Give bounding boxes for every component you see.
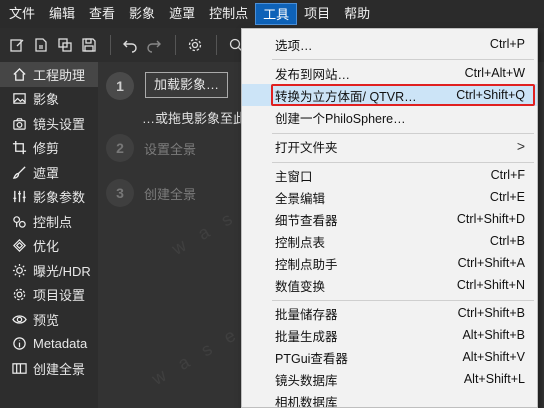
sidebar-item-label: 曝光/HDR xyxy=(33,263,91,279)
open-project-icon[interactable] xyxy=(30,34,52,56)
sidebar-item-label: 控制点 xyxy=(33,214,73,230)
menu-item-detail-viewer[interactable]: 细节查看器 Ctrl+Shift+D xyxy=(242,208,537,230)
menu-tools[interactable]: 工具 xyxy=(255,3,298,25)
sidebar-item-label: Metadata xyxy=(33,336,88,352)
menu-mask[interactable]: 遮罩 xyxy=(162,3,202,25)
new-project-icon[interactable] xyxy=(6,34,28,56)
info-icon xyxy=(10,335,28,353)
load-images-button[interactable]: 加载影象… xyxy=(145,72,229,98)
menu-item-convert-cube-faces[interactable]: 转换为立方体面/ QTVR… Ctrl+Shift+Q xyxy=(242,84,537,106)
sidebar-item-preview[interactable]: 预览 xyxy=(0,307,98,332)
optimize-icon xyxy=(10,237,28,255)
menu-project[interactable]: 项目 xyxy=(297,3,337,25)
image-icon xyxy=(10,90,28,108)
menu-bar: 文件 编辑 查看 影象 遮罩 控制点 工具 项目 帮助 xyxy=(0,0,544,28)
menu-item-numerical-transform[interactable]: 数值变换 Ctrl+Shift+N xyxy=(242,274,537,296)
menu-item-control-point-assistant[interactable]: 控制点助手 Ctrl+Shift+A xyxy=(242,252,537,274)
undo-icon[interactable] xyxy=(119,34,141,56)
sidebar-item-mask[interactable]: 遮罩 xyxy=(0,160,98,185)
sidebar-item-crop[interactable]: 修剪 xyxy=(0,136,98,161)
sliders-icon xyxy=(10,188,28,206)
crop-icon xyxy=(10,139,28,157)
sidebar-item-lens-settings[interactable]: 镜头设置 xyxy=(0,111,98,136)
menu-item-batch-stitcher[interactable]: 批量储存器 Ctrl+Shift+B xyxy=(242,302,537,324)
sidebar: 工程助理 影象 镜头设置 修剪 遮罩 影象参数 控制点 优化 曝光/HDR 项目… xyxy=(0,62,98,408)
sidebar-item-label: 预览 xyxy=(33,312,60,328)
highlight-box xyxy=(271,84,535,106)
sun-icon xyxy=(10,261,28,279)
brush-icon xyxy=(10,163,28,181)
step-2-label[interactable]: 设置全景 xyxy=(144,139,196,158)
menu-control-points[interactable]: 控制点 xyxy=(202,3,255,25)
menu-item-main-window[interactable]: 主窗口 Ctrl+F xyxy=(242,164,537,186)
step-3: 3 创建全景 xyxy=(106,179,196,207)
redo-icon[interactable] xyxy=(143,34,165,56)
home-icon xyxy=(10,65,28,83)
eye-icon xyxy=(10,310,28,328)
sidebar-item-label: 影象 xyxy=(33,92,60,108)
step-3-number: 3 xyxy=(106,179,134,207)
menu-item-batch-builder[interactable]: 批量生成器 Alt+Shift+B xyxy=(242,324,537,346)
chevron-right-icon: > xyxy=(516,138,525,154)
menu-edit[interactable]: 编辑 xyxy=(42,3,82,25)
menu-item-ptgui-viewer[interactable]: PTGui查看器 Alt+Shift+V xyxy=(242,346,537,368)
menu-file[interactable]: 文件 xyxy=(2,3,42,25)
sidebar-item-images[interactable]: 影象 xyxy=(0,87,98,112)
sidebar-item-image-parameters[interactable]: 影象参数 xyxy=(0,185,98,210)
menu-separator xyxy=(272,162,534,163)
menu-separator xyxy=(272,300,534,301)
menu-separator xyxy=(272,133,534,134)
step-1-number: 1 xyxy=(106,72,134,100)
sidebar-item-label: 镜头设置 xyxy=(33,116,86,132)
menu-item-panorama-editor[interactable]: 全景编辑 Ctrl+E xyxy=(242,186,537,208)
menu-item-control-point-table[interactable]: 控制点表 Ctrl+B xyxy=(242,230,537,252)
toolbar-separator xyxy=(110,35,111,55)
sidebar-item-label: 优化 xyxy=(33,239,60,255)
step-2: 2 设置全景 xyxy=(106,134,196,162)
menu-item-camera-database[interactable]: 相机数据库 xyxy=(242,390,537,408)
menu-help[interactable]: 帮助 xyxy=(337,3,377,25)
sidebar-item-metadata[interactable]: Metadata xyxy=(0,332,98,357)
sidebar-item-label: 遮罩 xyxy=(33,165,60,181)
step-3-label[interactable]: 创建全景 xyxy=(144,184,196,203)
step-2-number: 2 xyxy=(106,134,134,162)
panorama-icon xyxy=(10,359,28,377)
sidebar-item-label: 项目设置 xyxy=(33,288,86,304)
sidebar-item-create-panorama[interactable]: 创建全景 xyxy=(0,356,98,381)
sidebar-item-label: 工程助理 xyxy=(33,67,86,83)
drag-images-hint: …或拖曳影象至此 xyxy=(142,111,247,126)
control-points-icon xyxy=(10,212,28,230)
sidebar-item-control-points[interactable]: 控制点 xyxy=(0,209,98,234)
toolbar xyxy=(0,28,250,62)
menu-item-open-folder[interactable]: 打开文件夹 > xyxy=(242,135,537,157)
tools-menu: 选项… Ctrl+P 发布到网站… Ctrl+Alt+W 转换为立方体面/ QT… xyxy=(241,28,538,408)
toolbar-separator xyxy=(216,35,217,55)
step-1: 1 xyxy=(106,72,134,100)
save-icon[interactable] xyxy=(78,34,100,56)
menu-item-lens-database[interactable]: 镜头数据库 Alt+Shift+L xyxy=(242,368,537,390)
menu-item-create-philosphere[interactable]: 创建一个PhiloSphere… xyxy=(242,106,537,128)
sidebar-item-label: 修剪 xyxy=(33,141,60,157)
sidebar-item-label: 创建全景 xyxy=(33,361,86,377)
menu-item-options[interactable]: 选项… Ctrl+P xyxy=(242,33,537,55)
project-settings-icon xyxy=(10,286,28,304)
copy-icon[interactable] xyxy=(54,34,76,56)
sidebar-item-project-settings[interactable]: 项目设置 xyxy=(0,283,98,308)
menu-view[interactable]: 查看 xyxy=(82,3,122,25)
camera-icon xyxy=(10,114,28,132)
menu-item-publish-website[interactable]: 发布到网站… Ctrl+Alt+W xyxy=(242,62,537,84)
sidebar-item-optimize[interactable]: 优化 xyxy=(0,234,98,259)
sidebar-item-label: 影象参数 xyxy=(33,190,86,206)
sidebar-item-project-assistant[interactable]: 工程助理 xyxy=(0,62,98,87)
toolbar-separator xyxy=(175,35,176,55)
menu-images[interactable]: 影象 xyxy=(122,3,162,25)
sidebar-item-exposure-hdr[interactable]: 曝光/HDR xyxy=(0,258,98,283)
gear-icon[interactable] xyxy=(184,34,206,56)
menu-separator xyxy=(272,59,534,60)
